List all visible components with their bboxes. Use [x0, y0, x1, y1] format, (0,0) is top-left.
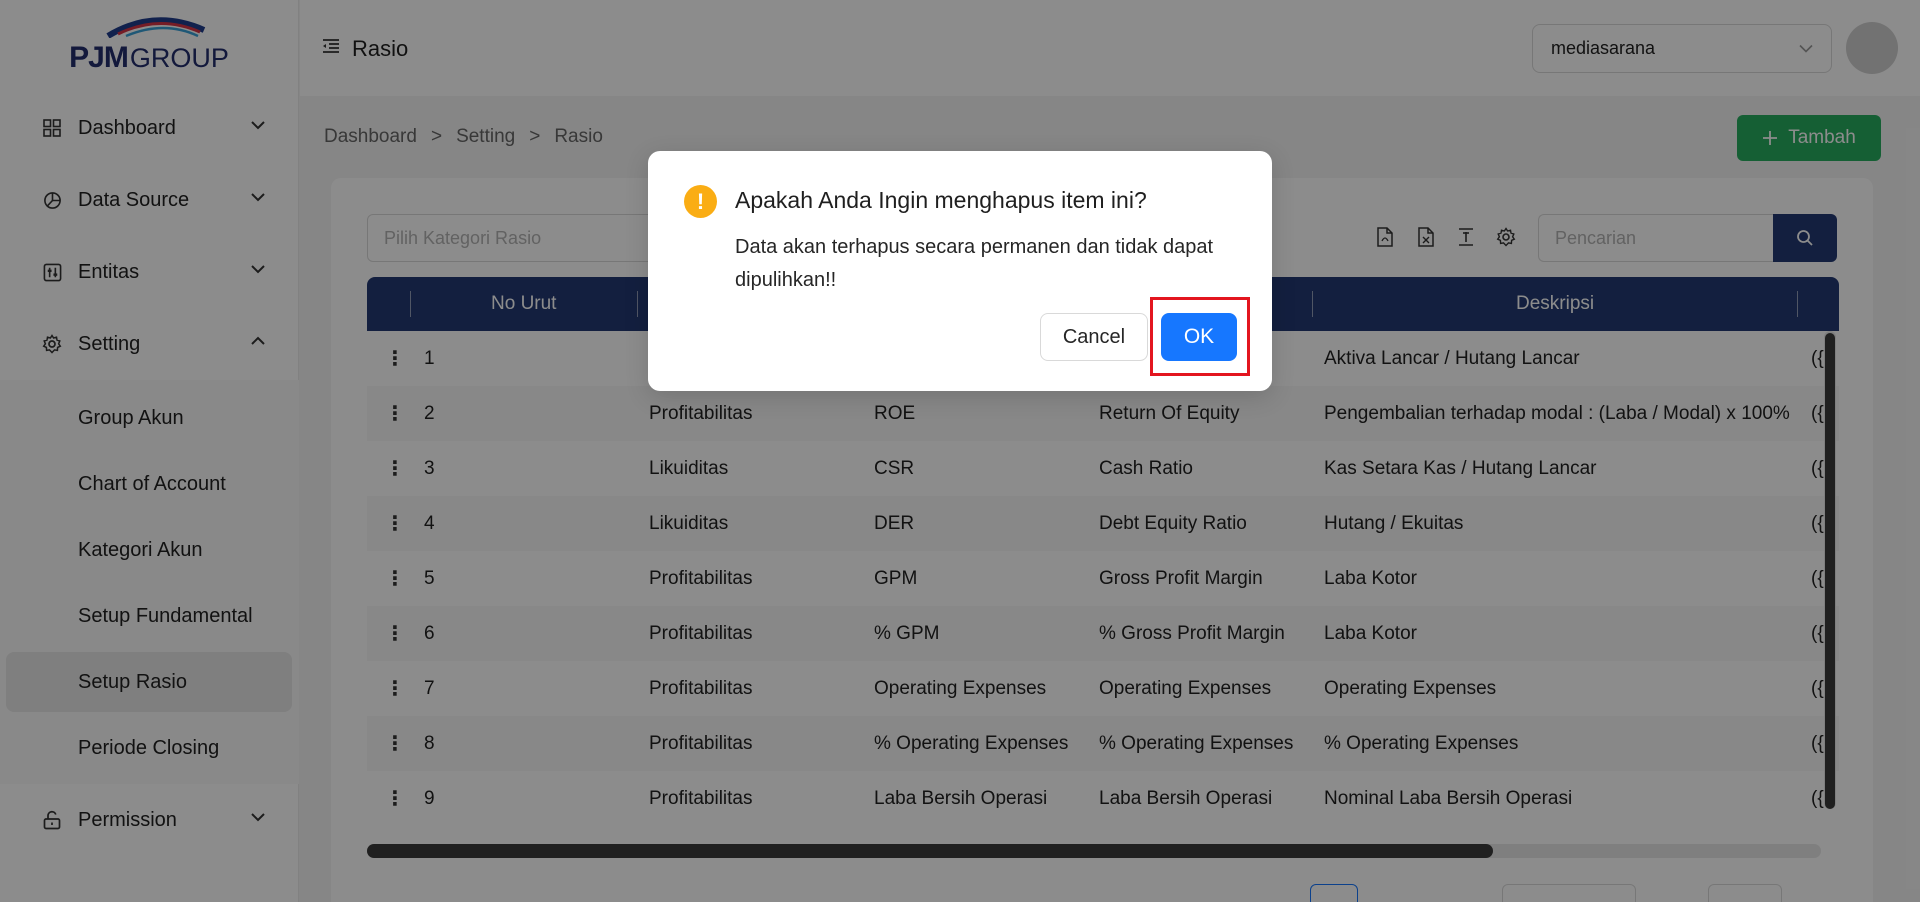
delete-confirm-dialog: ! Apakah Anda Ingin menghapus item ini? …: [648, 151, 1272, 391]
dialog-title: Apakah Anda Ingin menghapus item ini?: [735, 187, 1147, 213]
ok-button[interactable]: OK: [1161, 313, 1237, 361]
dialog-message: Data akan terhapus secara permanen dan t…: [735, 236, 1214, 291]
warning-icon: !: [684, 185, 717, 218]
cancel-button[interactable]: Cancel: [1040, 313, 1148, 361]
modal-overlay[interactable]: [0, 0, 1920, 902]
